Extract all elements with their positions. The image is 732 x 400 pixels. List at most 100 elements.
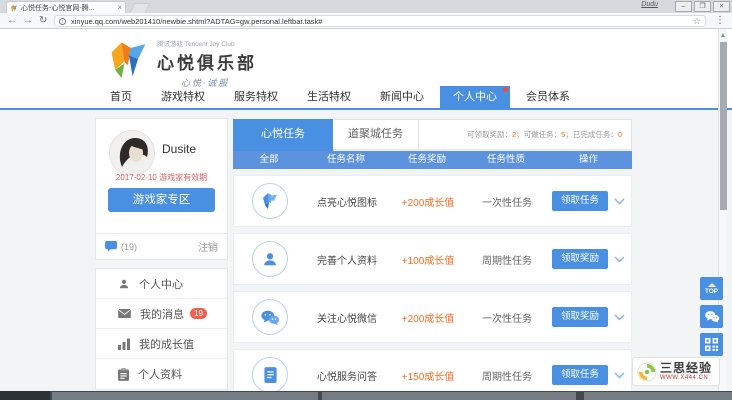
- task-reward: +150成长值: [401, 371, 455, 383]
- page-content: 腾讯游戏 Tencent Joy Club 心悦俱乐部 心悦·诚服 首页 游戏特…: [0, 29, 732, 391]
- sidebar-menu: 个人中心 我的消息 19 我的成长值 个人资料: [95, 268, 228, 390]
- logout-link[interactable]: 注销: [198, 239, 218, 254]
- tab-title: 心悦任务-心悦官网-腾...: [21, 4, 95, 12]
- chevron-down-icon[interactable]: [614, 371, 625, 379]
- tab-xinyue-tasks[interactable]: 心悦任务: [233, 119, 333, 151]
- chevron-down-icon[interactable]: [614, 255, 625, 263]
- url-text[interactable]: xinyue.qq.com/web201410/newbie.shtml?ADT…: [71, 17, 693, 26]
- forward-icon[interactable]: →: [23, 15, 33, 27]
- task-reward: +200成长值: [401, 313, 455, 325]
- xinyue-gem-icon: [252, 183, 288, 219]
- nav-item-personal-center[interactable]: 个人中心: [440, 86, 510, 108]
- close-icon[interactable]: ×: [713, 1, 730, 12]
- refresh-icon[interactable]: ↻: [39, 15, 47, 27]
- browser-window: 心悦任务-心悦官网-腾... × Dudu – ❐ × ← → ↻ i xiny…: [0, 0, 732, 400]
- username: Dusite: [162, 142, 197, 156]
- main-nav: 首页 游戏特权 服务特权 生活特权 新闻中心 个人中心 会员体系: [97, 86, 586, 108]
- browser-menu-icon[interactable]: ⋮: [715, 15, 725, 27]
- favicon-gem-icon: [11, 4, 18, 12]
- wechat-float-button[interactable]: [700, 305, 723, 328]
- task-panel: 心悦任务 道聚城任务 可领取奖励：2；可做任务：5；已完成任务：0 全部 任务名…: [233, 119, 632, 391]
- message-count-link[interactable]: (19): [105, 241, 137, 252]
- logo-subtitle: 腾讯游戏 Tencent Joy Club: [157, 41, 235, 48]
- messages-badge: 19: [190, 308, 207, 319]
- task-reward: +200成长值: [401, 197, 455, 209]
- chevron-down-icon[interactable]: [614, 197, 625, 205]
- profile-card: Dusite 2017-02-10 游戏家有效期 游戏家专区 (19) 注销: [95, 118, 228, 260]
- bookmark-star-icon[interactable]: ☆: [693, 16, 701, 26]
- sidebar-item-personal-info[interactable]: 个人资料: [96, 359, 227, 389]
- taskbar-app-button[interactable]: [584, 391, 732, 400]
- up-arrow-icon: [707, 282, 716, 287]
- sidebar: Dusite 2017-02-10 游戏家有效期 游戏家专区 (19) 注销 个…: [95, 118, 228, 390]
- claim-reward-button[interactable]: 领取奖励: [552, 249, 608, 269]
- address-bar[interactable]: i xinyue.qq.com/web201410/newbie.shtml?A…: [54, 15, 706, 27]
- nav-item-service-privilege[interactable]: 服务特权: [221, 86, 291, 108]
- restore-icon[interactable]: ❐: [694, 1, 711, 12]
- browser-profile-name[interactable]: Dudu: [641, 1, 658, 8]
- new-tab-button[interactable]: [129, 3, 151, 13]
- chat-bubble-icon: [105, 241, 117, 252]
- col-action: 操作: [578, 154, 598, 165]
- sidebar-item-my-messages[interactable]: 我的消息 19: [96, 299, 227, 329]
- col-task-name: 任务名称: [326, 154, 365, 165]
- windows-taskbar[interactable]: [0, 391, 732, 400]
- nav-item-home[interactable]: 首页: [97, 86, 145, 108]
- chevron-down-icon[interactable]: [614, 313, 625, 321]
- watermark-badge: 三思经验 WWW.X444.CN: [632, 357, 720, 386]
- nav-item-news-center[interactable]: 新闻中心: [367, 86, 437, 108]
- taskbar-app-button[interactable]: [322, 391, 576, 400]
- logo-title: 心悦俱乐部: [157, 54, 257, 73]
- nav-item-life-privilege[interactable]: 生活特权: [294, 86, 364, 108]
- qr-code-button[interactable]: [700, 333, 723, 356]
- task-tabs: 心悦任务 道聚城任务 可领取奖励：2；可做任务：5；已完成任务：0: [233, 119, 632, 151]
- gamer-zone-button[interactable]: 游戏家专区: [108, 188, 215, 212]
- task-reward: +100成长值: [401, 255, 455, 267]
- envelope-icon: [118, 309, 131, 318]
- back-to-top-button[interactable]: TOP: [700, 277, 723, 300]
- minimize-icon[interactable]: –: [675, 1, 692, 12]
- nav-item-game-privilege[interactable]: 游戏特权: [148, 86, 218, 108]
- task-name: 点亮心悦图标: [317, 197, 377, 209]
- tab-daojucheng-tasks[interactable]: 道聚城任务: [333, 120, 419, 149]
- table-row: 关注心悦微信 +200成长值 一次性任务 领取奖励: [233, 291, 632, 343]
- scroll-up-arrow-icon[interactable]: [721, 33, 725, 37]
- browser-tab[interactable]: 心悦任务-心悦官网-腾... ×: [6, 1, 126, 13]
- col-task-reward: 任务奖励: [407, 154, 446, 165]
- clipboard-icon: [118, 367, 129, 381]
- watermark-logo-icon: [637, 361, 657, 382]
- back-icon[interactable]: ←: [7, 15, 17, 27]
- taskbar-start-area[interactable]: [0, 391, 50, 400]
- scrollbar-thumb[interactable]: [720, 42, 727, 210]
- task-nature: 周期性任务: [482, 255, 532, 267]
- task-name: 心悦服务问答: [317, 371, 377, 383]
- site-info-icon[interactable]: i: [59, 17, 66, 25]
- task-name: 关注心悦微信: [317, 313, 377, 325]
- membership-validity: 2017-02-10 游戏家有效期: [115, 173, 208, 182]
- sidebar-item-personal-center[interactable]: 个人中心: [96, 269, 227, 299]
- task-nature: 一次性任务: [482, 313, 532, 325]
- task-nature: 一次性任务: [482, 197, 532, 209]
- user-icon: [252, 241, 288, 277]
- tab-close-icon[interactable]: ×: [117, 3, 122, 12]
- watermark-url: WWW.X444.CN: [660, 375, 709, 381]
- avatar: [109, 130, 155, 176]
- bar-chart-icon: [118, 338, 130, 350]
- wechat-icon: [252, 299, 288, 335]
- claim-task-button[interactable]: 领取任务: [552, 365, 608, 385]
- browser-titlebar: 心悦任务-心悦官网-腾... × Dudu – ❐ ×: [0, 0, 732, 13]
- watermark-title: 三思经验: [660, 361, 713, 375]
- claim-task-button[interactable]: 领取任务: [552, 191, 608, 211]
- task-name: 完善个人资料: [317, 255, 377, 267]
- taskbar-app-button[interactable]: [52, 391, 318, 400]
- site-header: 腾讯游戏 Tencent Joy Club 心悦俱乐部 心悦·诚服 首页 游戏特…: [0, 29, 732, 110]
- document-icon: [252, 357, 288, 391]
- user-icon: [119, 279, 129, 288]
- table-row: 完善个人资料 +100成长值 周期性任务 领取奖励: [233, 233, 632, 285]
- sidebar-item-growth-value[interactable]: 我的成长值: [96, 329, 227, 359]
- claim-reward-button[interactable]: 领取奖励: [552, 307, 608, 327]
- table-row: 点亮心悦图标 +200成长值 一次性任务 领取任务: [233, 175, 632, 227]
- qr-code-icon: [705, 338, 718, 351]
- nav-item-member-system[interactable]: 会员体系: [513, 86, 583, 108]
- xinyue-logo-icon[interactable]: [106, 36, 150, 80]
